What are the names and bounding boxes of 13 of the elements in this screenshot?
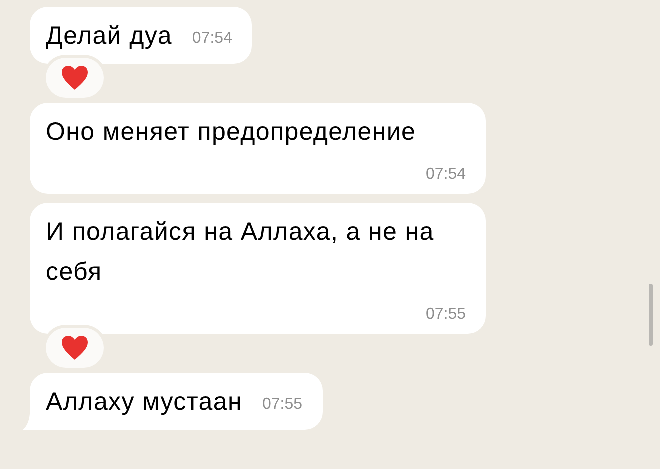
scrollbar[interactable] <box>649 284 653 346</box>
heart-icon <box>61 65 89 91</box>
reaction-badge[interactable] <box>46 58 104 98</box>
message-time: 07:54 <box>192 29 232 49</box>
message-time: 07:55 <box>262 395 303 415</box>
message-time: 07:54 <box>426 165 466 185</box>
message-text: Оно меняет предопределение <box>46 117 416 148</box>
message-text: Аллаху мустаан <box>46 387 242 418</box>
message-text: И полагайся на Аллаха, а не на себя <box>46 217 436 288</box>
reaction-badge[interactable] <box>46 328 104 368</box>
heart-icon <box>61 335 89 361</box>
message-time: 07:55 <box>426 305 466 325</box>
message-text: Делай дуа <box>46 21 172 52</box>
